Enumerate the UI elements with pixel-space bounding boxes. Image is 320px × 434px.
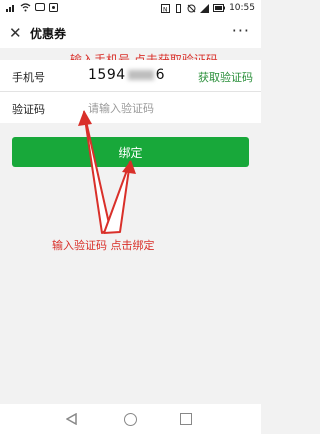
- annotation-bottom: 输入验证码 点击绑定: [52, 239, 155, 252]
- code-input[interactable]: [88, 98, 238, 118]
- battery-icon: [213, 4, 226, 12]
- home-icon[interactable]: [124, 413, 137, 426]
- svg-text:N: N: [163, 6, 168, 13]
- signal-icon: [6, 5, 14, 12]
- status-bar: N 10:55: [0, 0, 261, 18]
- cellular-icon: [200, 3, 210, 13]
- arrow-to-code-input: [83, 111, 111, 234]
- status-right-icons: N 10:55: [161, 3, 255, 13]
- phone-value-start: 1594: [88, 67, 126, 83]
- arrow-to-bind-button: [103, 161, 131, 234]
- phone-row: 手机号 1594 6 获取验证码: [0, 60, 261, 92]
- notification-icon: [49, 3, 58, 12]
- more-options-icon[interactable]: ···: [232, 21, 250, 40]
- page-title: 优惠券: [30, 27, 67, 41]
- recent-apps-icon[interactable]: [180, 413, 192, 425]
- phone-value-end: 6: [155, 67, 166, 83]
- nfc-icon: N: [161, 3, 171, 13]
- message-icon: [35, 3, 45, 11]
- bind-form: 手机号 1594 6 获取验证码 验证码: [0, 60, 261, 123]
- vibrate-icon: [176, 3, 182, 13]
- redaction-mask: [127, 70, 154, 80]
- alarm-icon: [187, 4, 196, 12]
- code-label: 验证码: [12, 103, 45, 116]
- bind-button[interactable]: 绑定: [12, 137, 249, 167]
- wifi-icon: [20, 3, 31, 12]
- code-row: 验证码: [0, 92, 261, 123]
- status-time: 10:55: [229, 3, 255, 13]
- back-icon[interactable]: [66, 413, 77, 425]
- phone-value: 1594 6: [88, 67, 165, 83]
- status-left-icons: [6, 3, 58, 12]
- get-code-button[interactable]: 获取验证码: [198, 69, 253, 85]
- phone-label: 手机号: [12, 71, 45, 84]
- android-nav-bar: [0, 404, 261, 434]
- top-navbar: ✕ 优惠券 ···: [0, 18, 261, 48]
- close-icon[interactable]: ✕: [9, 24, 22, 42]
